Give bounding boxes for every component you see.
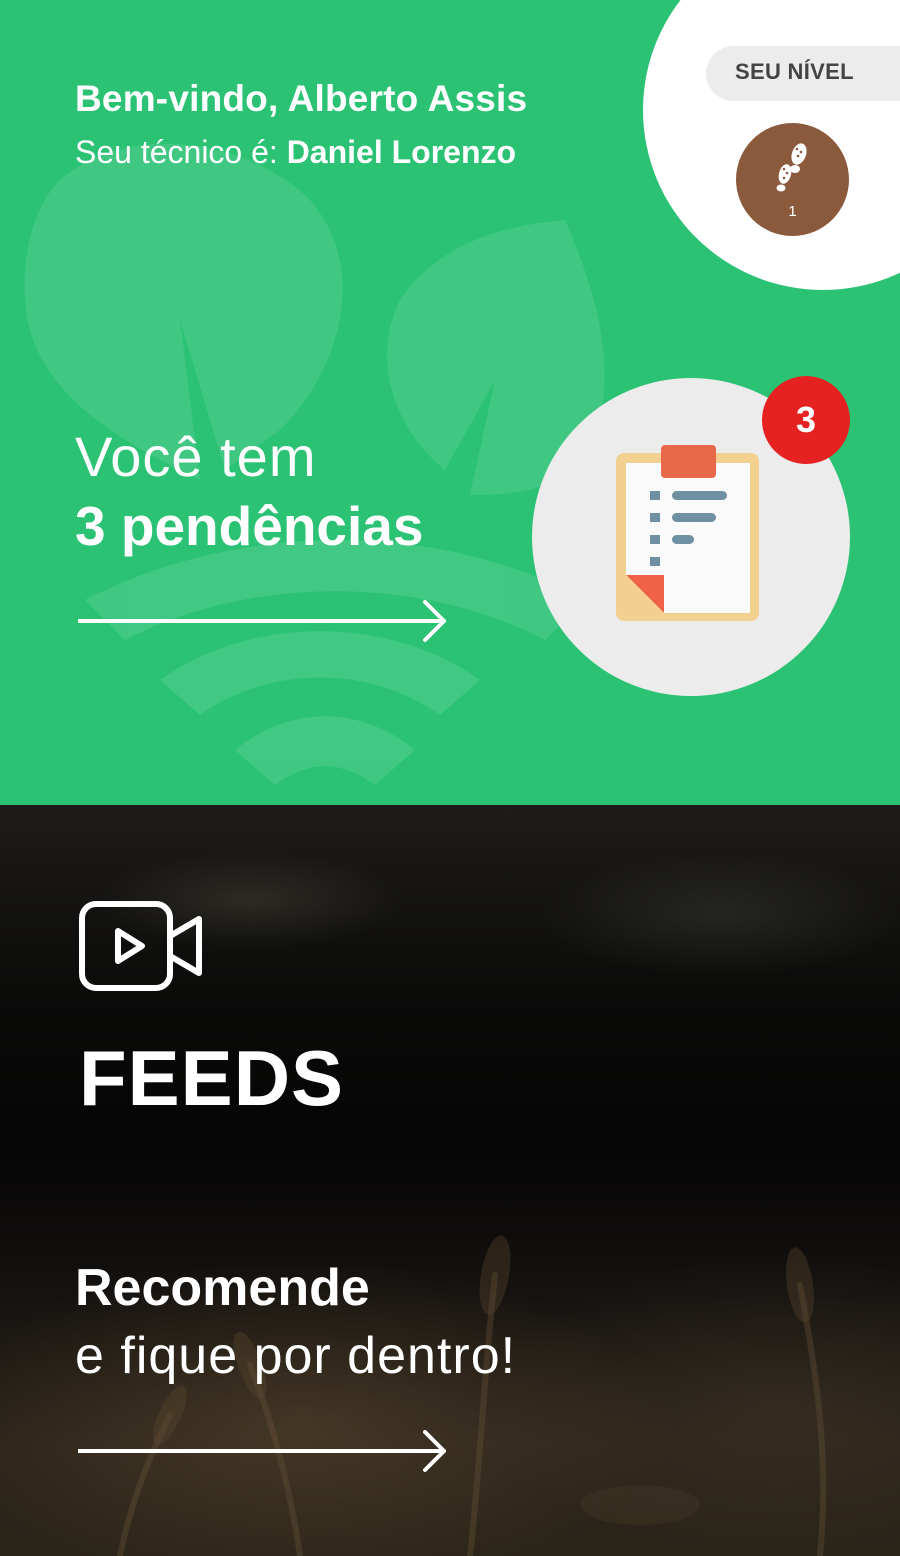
- level-badge[interactable]: 1: [736, 123, 849, 236]
- pending-section: Bem-vindo, Alberto Assis Seu técnico é: …: [0, 0, 900, 805]
- feeds-section[interactable]: FEEDS Recomende e fique por dentro!: [0, 805, 900, 1556]
- recommend-subtitle: e fique por dentro!: [75, 1327, 517, 1385]
- pending-arrow-icon[interactable]: [78, 598, 450, 644]
- feeds-arrow-icon[interactable]: [78, 1428, 450, 1474]
- pending-intro: Você tem: [75, 425, 317, 488]
- footprints-icon: [776, 143, 807, 192]
- technician-line: Seu técnico é: Daniel Lorenzo: [75, 134, 516, 171]
- video-camera-icon: [79, 901, 202, 991]
- clipboard-icon: [616, 445, 759, 621]
- level-number: 1: [788, 203, 797, 220]
- level-label: SEU NÍVEL: [735, 59, 854, 84]
- technician-name: Daniel Lorenzo: [286, 134, 517, 170]
- pending-count-title[interactable]: 3 pendências: [75, 494, 423, 558]
- technician-prefix: Seu técnico é:: [75, 134, 287, 170]
- recommend-title: Recomende: [75, 1259, 370, 1317]
- feeds-title: FEEDS: [79, 1034, 345, 1122]
- pending-count-badge: 3: [762, 376, 850, 464]
- welcome-title: Bem-vindo, Alberto Assis: [75, 78, 528, 119]
